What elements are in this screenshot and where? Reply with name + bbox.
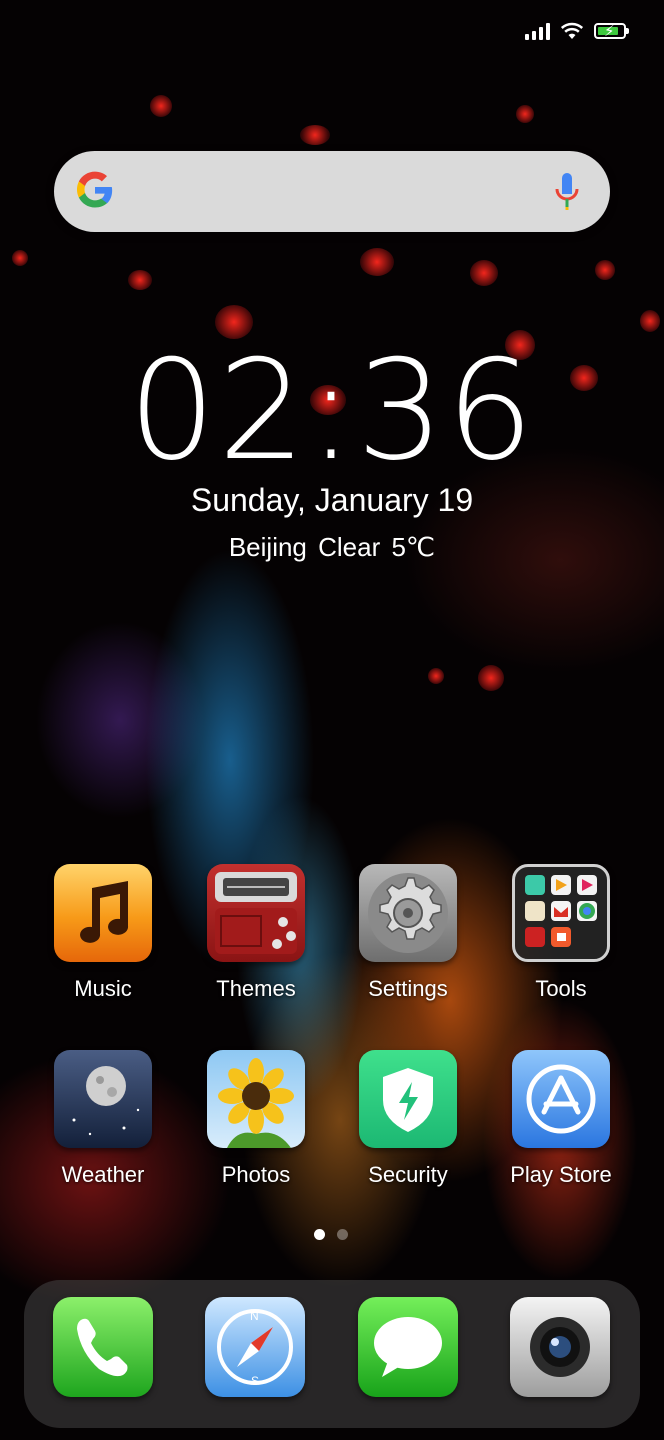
clock-time[interactable]: 02:36 — [0, 330, 664, 491]
page-dot-active[interactable] — [314, 1229, 325, 1240]
app-label: Settings — [368, 976, 448, 1001]
settings-gear-icon — [359, 864, 457, 962]
clock-date: Sunday, January 19 — [190, 482, 474, 518]
app-label: Play Store — [510, 1162, 612, 1187]
app-label: Photos — [221, 1162, 291, 1187]
app-settings[interactable]: Settings — [338, 864, 478, 1002]
phone-icon[interactable] — [53, 1297, 153, 1397]
status-bar: ⚡ — [525, 14, 629, 48]
app-label: Tools — [535, 976, 587, 1001]
google-search-bar[interactable] — [54, 151, 610, 232]
app-security[interactable]: Security — [338, 1050, 478, 1188]
app-label: Themes — [216, 976, 296, 1001]
camera-icon[interactable] — [510, 1297, 610, 1397]
home-screen: ⚡ 02:36 Sunday, January 19 Beijing Clear… — [0, 0, 664, 1440]
wallpaper-ember — [150, 95, 172, 117]
app-store-icon — [512, 1050, 610, 1148]
signal-bars-icon — [525, 22, 550, 40]
security-shield-icon — [359, 1050, 457, 1148]
wallpaper-ember — [128, 270, 152, 290]
app-weather[interactable]: Weather — [33, 1050, 173, 1188]
wallpaper-ember — [640, 310, 660, 332]
page-indicator[interactable] — [314, 1229, 348, 1240]
wallpaper-ember — [595, 260, 615, 280]
battery-charging-icon: ⚡ — [594, 22, 629, 40]
wallpaper-ember — [478, 665, 504, 691]
compass-icon[interactable]: N S — [205, 1297, 305, 1397]
app-photos[interactable]: Photos — [186, 1050, 326, 1188]
wallpaper-ember — [470, 260, 498, 286]
app-music[interactable]: Music — [33, 864, 173, 1002]
app-label: Music — [74, 976, 132, 1001]
music-icon — [54, 864, 152, 962]
weather-summary[interactable]: Beijing Clear 5℃ — [0, 532, 664, 563]
microphone-icon[interactable] — [552, 171, 582, 211]
svg-text:N: N — [250, 1309, 259, 1323]
wallpaper-ember — [516, 105, 534, 123]
tools-folder-icon — [512, 864, 610, 962]
weather-moon-icon — [54, 1050, 152, 1148]
themes-icon — [207, 864, 305, 962]
app-label: Weather — [61, 1162, 145, 1187]
wallpaper-ember — [428, 668, 444, 684]
wallpaper-ember — [300, 125, 330, 145]
app-label: Security — [368, 1162, 448, 1187]
svg-text:S: S — [251, 1374, 259, 1388]
page-dot[interactable] — [337, 1229, 348, 1240]
wallpaper-ember — [12, 250, 28, 266]
google-logo-icon — [76, 171, 113, 208]
message-bubble-icon[interactable] — [358, 1297, 458, 1397]
wallpaper-ember — [360, 248, 394, 276]
app-folder-tools[interactable]: Tools — [491, 864, 631, 1002]
app-play-store[interactable]: Play Store — [491, 1050, 631, 1188]
photos-sunflower-icon — [207, 1050, 305, 1148]
wifi-icon — [560, 22, 584, 39]
app-themes[interactable]: Themes — [186, 864, 326, 1002]
